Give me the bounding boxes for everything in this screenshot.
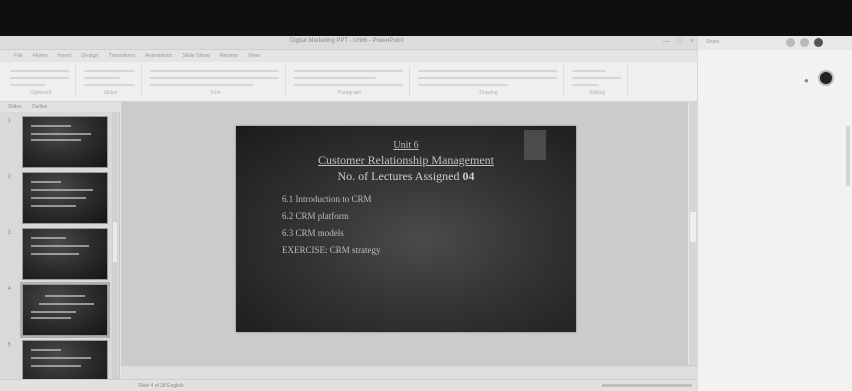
thumbnail-number: 5 xyxy=(8,342,11,348)
thumbnail-scrollbar[interactable] xyxy=(112,112,118,391)
record-icon[interactable] xyxy=(818,70,834,86)
ribbon-group-label: Clipboard xyxy=(29,90,52,96)
tab-animations[interactable]: Animations xyxy=(145,53,172,59)
ribbon-group-label: Paragraph xyxy=(337,90,362,96)
ribbon-group-label: Drawing xyxy=(479,90,498,96)
slide-thumbnail[interactable] xyxy=(22,172,108,224)
slide-thumbnail-pane: 1 2 3 4 5 xyxy=(0,112,120,391)
ribbon-group-drawing[interactable]: Drawing xyxy=(414,66,564,96)
slide-editing-canvas: Unit 6 Customer Relationship Management … xyxy=(121,102,688,365)
lectures-label: No. of Lectures Assigned xyxy=(337,169,463,183)
ribbon-group-editing[interactable]: Editing xyxy=(568,66,628,96)
status-bar: Slide 4 of 28 English xyxy=(0,379,700,391)
slide-thumbnail-selected[interactable] xyxy=(20,282,110,338)
minimize-button[interactable]: — xyxy=(663,38,670,45)
bullet-item: EXERCISE: CRM strategy xyxy=(282,245,381,255)
tab-view[interactable]: View xyxy=(248,53,260,59)
slide-bullet-list[interactable]: 6.1 Introduction to CRM 6.2 CRM platform… xyxy=(282,194,381,262)
ribbon-group-clipboard[interactable]: Clipboard xyxy=(6,66,76,96)
right-panel-header: Share xyxy=(698,36,852,50)
thumbnail-number: 2 xyxy=(8,174,11,180)
tab-insert[interactable]: Insert xyxy=(58,53,72,59)
slide-course-title[interactable]: Customer Relationship Management xyxy=(236,153,576,168)
bullet-item: 6.3 CRM models xyxy=(282,228,344,238)
ribbon-group-slides[interactable]: Slides xyxy=(80,66,142,96)
tab-slide-show[interactable]: Slide Show xyxy=(182,53,210,59)
tab-outline[interactable]: Outline xyxy=(32,104,48,110)
slide-thumbnail[interactable] xyxy=(22,116,108,168)
slide-pane-tabs: Slides Outline xyxy=(0,102,120,112)
ribbon-group-label: Font xyxy=(210,90,221,96)
canvas-scrollbar[interactable] xyxy=(689,102,697,365)
lectures-count: 04 xyxy=(462,169,475,183)
photo-top-dark-bezel xyxy=(0,0,852,36)
zoom-slider[interactable] xyxy=(602,384,692,387)
status-text: Slide 4 of 28 English xyxy=(138,383,184,389)
current-slide[interactable]: Unit 6 Customer Relationship Management … xyxy=(236,126,576,332)
comment-icon[interactable]: ● xyxy=(804,76,809,85)
slide-unit-title[interactable]: Unit 6 xyxy=(236,140,576,151)
ribbon-group-label: Editing xyxy=(589,90,606,96)
tab-slides[interactable]: Slides xyxy=(8,104,22,110)
share-label[interactable]: Share xyxy=(706,39,719,45)
settings-icon[interactable] xyxy=(800,38,809,47)
ribbon-group-paragraph[interactable]: Paragraph xyxy=(290,66,410,96)
powerpoint-window: Digital Marketing PPT - Unit6 - PowerPoi… xyxy=(0,36,852,391)
tab-home[interactable]: Home xyxy=(33,53,48,59)
right-panel-scrollbar[interactable] xyxy=(846,126,850,186)
title-bar: Digital Marketing PPT - Unit6 - PowerPoi… xyxy=(0,36,700,50)
tab-file[interactable]: File xyxy=(14,53,23,59)
slide-thumbnail[interactable] xyxy=(22,228,108,280)
slide-lectures-line[interactable]: No. of Lectures Assigned 04 xyxy=(236,169,576,184)
user-icon[interactable] xyxy=(786,38,795,47)
window-title: Digital Marketing PPT - Unit6 - PowerPoi… xyxy=(290,38,404,44)
tab-transitions[interactable]: Transitions xyxy=(108,53,135,59)
right-side-panel: Share ● xyxy=(697,36,852,391)
account-icon[interactable] xyxy=(814,38,823,47)
bullet-item: 6.2 CRM platform xyxy=(282,211,349,221)
ribbon-group-label: Slides xyxy=(103,90,118,96)
bullet-item: 6.1 Introduction to CRM xyxy=(282,194,372,204)
close-button[interactable]: × xyxy=(690,38,694,45)
ribbon-toolbar: Clipboard Slides Font Paragraph Drawing … xyxy=(0,62,700,102)
ribbon-group-font[interactable]: Font xyxy=(146,66,286,96)
thumbnail-number: 3 xyxy=(8,230,11,236)
ribbon-tabs: File Home Insert Design Transitions Anim… xyxy=(0,50,700,62)
window-controls: — □ × xyxy=(663,38,694,45)
notes-pane[interactable] xyxy=(121,365,697,379)
thumbnail-number: 1 xyxy=(8,118,11,124)
thumbnail-number: 4 xyxy=(8,286,11,292)
maximize-button[interactable]: □ xyxy=(678,38,682,45)
tab-review[interactable]: Review xyxy=(220,53,238,59)
tab-design[interactable]: Design xyxy=(81,53,98,59)
